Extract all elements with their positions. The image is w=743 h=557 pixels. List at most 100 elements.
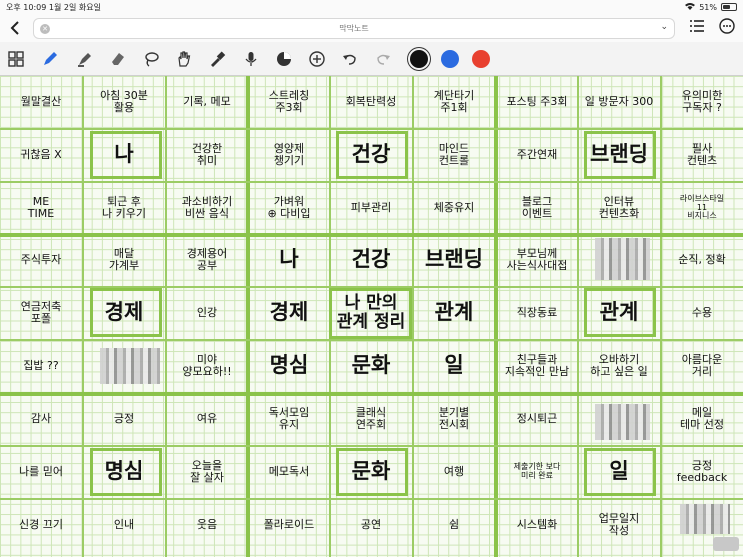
- mandalart-cell: 인터뷰 컨텐츠화: [598, 194, 640, 220]
- battery-level: [723, 5, 731, 9]
- document-title-field[interactable]: ✕ 막막노트 ⌄: [33, 18, 675, 39]
- pen-tool[interactable]: [40, 49, 60, 69]
- drawing-toolbar: [0, 42, 743, 76]
- lasso-icon: [145, 52, 159, 67]
- mandalart-cell: 주간연재: [516, 147, 558, 161]
- mandalart-cell: 긍정 feedback: [676, 458, 728, 484]
- chevron-down-icon[interactable]: ⌄: [660, 22, 668, 32]
- shapes-icon: [277, 52, 291, 66]
- status-bar: 오후 10:09 1월 2일 화요일 51%: [0, 0, 743, 14]
- mandalart-cell: 시스템화: [516, 517, 558, 531]
- mandalart-cell: 건강: [351, 142, 391, 167]
- mandalart-cell: 기록, 메모: [183, 94, 231, 108]
- clear-title-icon[interactable]: ✕: [40, 24, 50, 34]
- chevron-left-icon: [10, 21, 19, 35]
- mandalart-cell: 감사: [30, 411, 52, 425]
- mandalart-cell: 여행: [443, 464, 465, 478]
- mandalart-cell: 분기별 전시회: [438, 405, 470, 431]
- mandalart-cell: 관계: [434, 300, 474, 325]
- mandalart-cell: 제출기한 보다 미리 완료: [513, 462, 561, 480]
- mandalart-cell: 아침 30분 활용: [100, 88, 148, 114]
- more-icon: [719, 18, 735, 34]
- mandalart-cell: 건강: [351, 247, 391, 272]
- hand-tool[interactable]: [174, 49, 194, 69]
- mandalart-cell: 피부관리: [350, 200, 392, 214]
- mandalart-cell: 체중유지: [433, 200, 475, 214]
- page-list-button[interactable]: [689, 18, 705, 38]
- mandalart-cell: 나 만의 관계 정리: [336, 293, 406, 332]
- mandalart-cell: 과소비하기 비싼 음식: [181, 194, 233, 220]
- mandalart-cell: 가벼워 ⊕ 다비입: [267, 194, 311, 220]
- back-button[interactable]: [0, 14, 30, 42]
- microphone-tool[interactable]: [241, 49, 261, 69]
- mandalart-cell: 나를 믿어: [19, 464, 63, 478]
- mandalart-cell: 공연: [360, 517, 382, 531]
- mandalart-cell: ME TIME: [27, 194, 55, 220]
- mandalart-cell: 포스팅 주3회: [506, 94, 568, 108]
- mandalart-cell: 메일 테마 선정: [680, 405, 724, 431]
- color-swatch-black[interactable]: [410, 50, 428, 68]
- mandalart-cell: 긍정: [113, 411, 135, 425]
- mandalart-cell: 신경 끄기: [19, 517, 63, 531]
- mandalart-cell: 인내: [113, 517, 135, 531]
- add-button[interactable]: [307, 49, 327, 69]
- mandalart-cell: 회복탄력성: [345, 94, 397, 108]
- shapes-tool[interactable]: [274, 49, 294, 69]
- mandalart-cell: 나: [279, 247, 299, 272]
- color-swatch-red[interactable]: [472, 50, 490, 68]
- mandalart-cell: 업무일지 작성: [598, 511, 640, 537]
- mandalart-cell: 일: [444, 353, 464, 378]
- battery-percent: 51%: [699, 2, 717, 12]
- mandalart-cell: 오바하기 하고 싶은 일: [590, 352, 648, 378]
- mandalart-cell: 계단타기 주1회: [433, 88, 475, 114]
- mandalart-cell: 귀찮음 X: [20, 147, 62, 161]
- mandalart-cell: 명심: [269, 353, 309, 378]
- highlighter-tool[interactable]: [75, 49, 95, 69]
- status-time: 오후 10:09: [6, 2, 47, 12]
- lasso-tool[interactable]: [141, 49, 161, 69]
- mic-icon: [245, 52, 257, 66]
- mandalart-cell: 명심: [104, 459, 144, 484]
- mandalart-cell: 브랜딩: [425, 247, 483, 272]
- mandalart-cell: 폴라로이드: [263, 517, 315, 531]
- mandalart-cell: 필사 컨텐츠: [686, 141, 718, 167]
- redo-button[interactable]: [373, 49, 393, 69]
- mandalart-cell: 문화: [351, 353, 391, 378]
- mandalart-cell: 경제용어 공부: [186, 246, 228, 272]
- mandalart-cell: 라이브스타일 11 비지니스: [679, 193, 725, 221]
- eraser-tool[interactable]: [108, 49, 128, 69]
- mandalart-cell: 인강: [196, 305, 218, 319]
- mandalart-cell: 쉼: [448, 517, 460, 531]
- mandalart-cell: 영양제 챙기기: [273, 141, 305, 167]
- mandalart-cell: 퇴근 후 나 키우기: [102, 194, 146, 220]
- more-button[interactable]: [719, 18, 735, 38]
- mandalart-cell: 연금저축 포폴: [20, 299, 62, 325]
- eyedropper-tool[interactable]: [207, 49, 227, 69]
- document-title: 막막노트: [339, 24, 369, 33]
- mandalart-cell: 정시퇴근: [516, 411, 558, 425]
- mandalart-cell: 일 방문자 300: [584, 94, 654, 108]
- mandalart-cell: 집밥 ??: [23, 358, 59, 372]
- mandalart-cell: 매달 가계부: [108, 246, 140, 272]
- wifi-icon: [685, 2, 696, 12]
- mandalart-cell: 수용: [691, 305, 713, 319]
- mandalart-cell: 경제: [104, 300, 144, 325]
- add-icon: [309, 51, 325, 67]
- mandalart-cell: 순직, 정확: [678, 252, 726, 266]
- list-icon: [690, 20, 704, 32]
- mandalart-cell: 유의미한 구독자 ?: [681, 88, 723, 114]
- undo-icon: [343, 54, 356, 65]
- mandalart-cell: [661, 500, 743, 550]
- note-canvas[interactable]: 월말결산 아침 30분 활용 기록, 메모 스트레칭 주3회 회복탄력성 계단타기 주1회…: [0, 76, 743, 557]
- mandalart-cell: 블로그 이벤트: [521, 194, 553, 220]
- undo-button[interactable]: [340, 49, 360, 69]
- mandalart-cell: 클래식 연주회: [355, 405, 387, 431]
- mandalart-cell: 친구들과 지속적인 만남: [504, 352, 570, 378]
- pen-icon: [44, 52, 57, 65]
- grid-view-button[interactable]: [6, 49, 26, 69]
- mandalart-cell: 월말결산: [20, 94, 62, 108]
- mandalart-cell: 부모님께 사는식사대접: [506, 246, 568, 272]
- color-swatch-blue[interactable]: [441, 50, 459, 68]
- mandalart-cell: 오늘을 잘 살자: [190, 458, 224, 484]
- mandalart-cell: 주식투자: [20, 252, 62, 266]
